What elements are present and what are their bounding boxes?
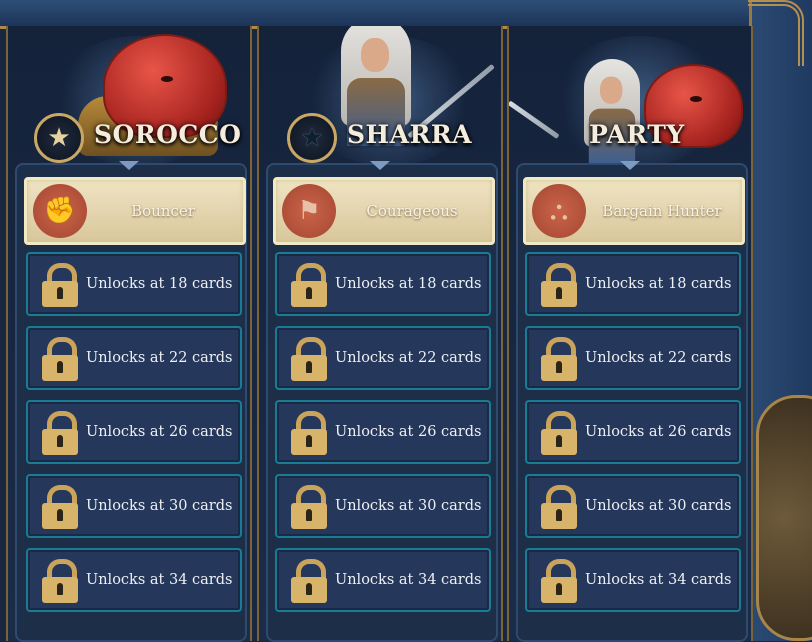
- trait-card[interactable]: ⚑ Courageous: [273, 177, 495, 245]
- padlock-icon: [291, 411, 327, 455]
- padlock-icon: [42, 411, 78, 455]
- padlock-icon: [541, 485, 577, 529]
- locked-trait-row[interactable]: Unlocks at 26 cards: [525, 400, 741, 464]
- locked-trait-row[interactable]: Unlocks at 22 cards: [26, 326, 242, 390]
- unlock-label: Unlocks at 26 cards: [335, 424, 482, 440]
- dark-star-badge-icon: ★: [287, 113, 337, 163]
- unlock-label: Unlocks at 34 cards: [86, 572, 233, 588]
- locked-trait-row[interactable]: Unlocks at 34 cards: [525, 548, 741, 612]
- unlock-label: Unlocks at 34 cards: [335, 572, 482, 588]
- unlock-label: Unlocks at 30 cards: [86, 498, 233, 514]
- padlock-icon: [291, 337, 327, 381]
- locked-trait-row[interactable]: Unlocks at 30 cards: [26, 474, 242, 538]
- trait-card[interactable]: ⛬ Bargain Hunter: [523, 177, 745, 245]
- locked-trait-row[interactable]: Unlocks at 30 cards: [275, 474, 491, 538]
- unlock-label: Unlocks at 30 cards: [585, 498, 732, 514]
- column-title: PARTY: [589, 120, 685, 149]
- star-badge-icon: ★: [34, 113, 84, 163]
- locked-trait-row[interactable]: Unlocks at 18 cards: [275, 252, 491, 316]
- frame-knob: [756, 395, 812, 641]
- padlock-icon: [291, 559, 327, 603]
- locked-trait-row[interactable]: Unlocks at 18 cards: [525, 252, 741, 316]
- top-frame: [0, 0, 812, 29]
- courageous-icon: ⚑: [282, 184, 336, 238]
- trait-name: Courageous: [366, 202, 458, 220]
- padlock-icon: [541, 263, 577, 307]
- trait-name: Bouncer: [131, 202, 195, 220]
- panel-notch: [119, 161, 139, 170]
- panel-notch: [370, 161, 390, 170]
- panel-notch: [620, 161, 640, 170]
- unlock-label: Unlocks at 18 cards: [86, 276, 233, 292]
- right-frame: [749, 0, 812, 641]
- locked-trait-row[interactable]: Unlocks at 34 cards: [275, 548, 491, 612]
- bouncer-icon: ✊: [33, 184, 87, 238]
- column-sharra: ★ SHARRA ⚑ Courageous Unlocks at 18 card…: [257, 26, 503, 642]
- unlock-label: Unlocks at 26 cards: [86, 424, 233, 440]
- locked-trait-row[interactable]: Unlocks at 18 cards: [26, 252, 242, 316]
- unlock-label: Unlocks at 18 cards: [335, 276, 482, 292]
- padlock-icon: [291, 485, 327, 529]
- padlock-icon: [42, 485, 78, 529]
- locked-trait-row[interactable]: Unlocks at 22 cards: [275, 326, 491, 390]
- unlock-label: Unlocks at 18 cards: [585, 276, 732, 292]
- padlock-icon: [42, 337, 78, 381]
- padlock-icon: [42, 559, 78, 603]
- unlock-label: Unlocks at 30 cards: [335, 498, 482, 514]
- column-title: SHARRA: [347, 120, 473, 149]
- eye: [690, 96, 702, 102]
- frame-corner-ornament: [748, 0, 804, 66]
- locked-trait-row[interactable]: Unlocks at 26 cards: [26, 400, 242, 464]
- padlock-icon: [541, 559, 577, 603]
- unlock-label: Unlocks at 22 cards: [86, 350, 233, 366]
- unlock-label: Unlocks at 26 cards: [585, 424, 732, 440]
- trait-card[interactable]: ✊ Bouncer: [24, 177, 246, 245]
- padlock-icon: [541, 337, 577, 381]
- padlock-icon: [291, 263, 327, 307]
- unlock-label: Unlocks at 22 cards: [585, 350, 732, 366]
- column-sorocco: ★ SOROCCO ✊ Bouncer Unlocks at 18 cards …: [6, 26, 252, 642]
- locked-trait-row[interactable]: Unlocks at 30 cards: [525, 474, 741, 538]
- column-title: SOROCCO: [94, 120, 242, 149]
- locked-trait-row[interactable]: Unlocks at 22 cards: [525, 326, 741, 390]
- bargain-hunter-icon: ⛬: [532, 184, 586, 238]
- padlock-icon: [42, 263, 78, 307]
- trait-name: Bargain Hunter: [602, 202, 722, 220]
- locked-trait-row[interactable]: Unlocks at 34 cards: [26, 548, 242, 612]
- column-party: PARTY ⛬ Bargain Hunter Unlocks at 18 car…: [507, 26, 753, 642]
- eye: [161, 76, 173, 82]
- padlock-icon: [541, 411, 577, 455]
- locked-trait-row[interactable]: Unlocks at 26 cards: [275, 400, 491, 464]
- unlock-label: Unlocks at 34 cards: [585, 572, 732, 588]
- unlock-label: Unlocks at 22 cards: [335, 350, 482, 366]
